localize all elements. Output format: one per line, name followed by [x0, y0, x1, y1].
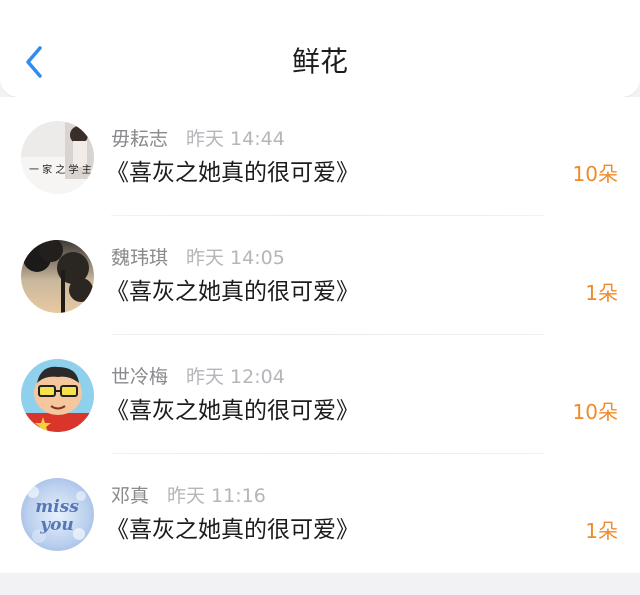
flower-count: 1朵 [585, 281, 618, 305]
post-title[interactable]: 《喜灰之她真的很可爱》 [106, 516, 359, 544]
flower-count: 1朵 [585, 519, 618, 543]
svg-text:miss: miss [35, 497, 79, 517]
flower-count: 10朵 [572, 162, 618, 186]
post-title[interactable]: 《喜灰之她真的很可爱》 [106, 159, 359, 187]
nav-bar: 鲜花 [0, 0, 640, 97]
post-title[interactable]: 《喜灰之她真的很可爱》 [106, 278, 359, 306]
item-meta: 毋耘志 昨天 14:44 [111, 128, 285, 150]
user-name[interactable]: 邓真 [111, 485, 149, 507]
user-name[interactable]: 魏玮琪 [111, 247, 168, 269]
list-item[interactable]: 世冷梅 昨天 12:04 《喜灰之她真的很可爱》 10朵 [0, 335, 640, 454]
list-item[interactable]: 魏玮琪 昨天 14:05 《喜灰之她真的很可爱》 1朵 [0, 216, 640, 335]
item-meta: 魏玮琪 昨天 14:05 [111, 247, 285, 269]
page-title: 鲜花 [291, 45, 348, 78]
timestamp: 昨天 14:44 [186, 128, 285, 150]
avatar[interactable] [21, 359, 94, 432]
list-item[interactable]: miss you 邓真 昨天 11:16 《喜灰之她真的很可爱》 1朵 [0, 454, 640, 573]
svg-text:一 家 之 学 主: 一 家 之 学 主 [29, 163, 92, 176]
avatar[interactable] [21, 240, 94, 313]
flower-count: 10朵 [572, 400, 618, 424]
avatar[interactable]: 一 家 之 学 主 [21, 121, 94, 194]
timestamp: 昨天 14:05 [186, 247, 285, 269]
post-title[interactable]: 《喜灰之她真的很可爱》 [106, 397, 359, 425]
user-name[interactable]: 世冷梅 [111, 366, 168, 388]
user-name[interactable]: 毋耘志 [111, 128, 168, 150]
svg-text:you: you [39, 515, 74, 535]
item-meta: 邓真 昨天 11:16 [111, 485, 266, 507]
flower-list: 一 家 之 学 主 毋耘志 昨天 14:44 《喜灰之她真的很可爱》 10朵 魏… [0, 97, 640, 573]
timestamp: 昨天 12:04 [186, 366, 285, 388]
avatar[interactable]: miss you [21, 478, 94, 551]
list-item[interactable]: 一 家 之 学 主 毋耘志 昨天 14:44 《喜灰之她真的很可爱》 10朵 [0, 97, 640, 216]
item-meta: 世冷梅 昨天 12:04 [111, 366, 285, 388]
timestamp: 昨天 11:16 [167, 485, 266, 507]
